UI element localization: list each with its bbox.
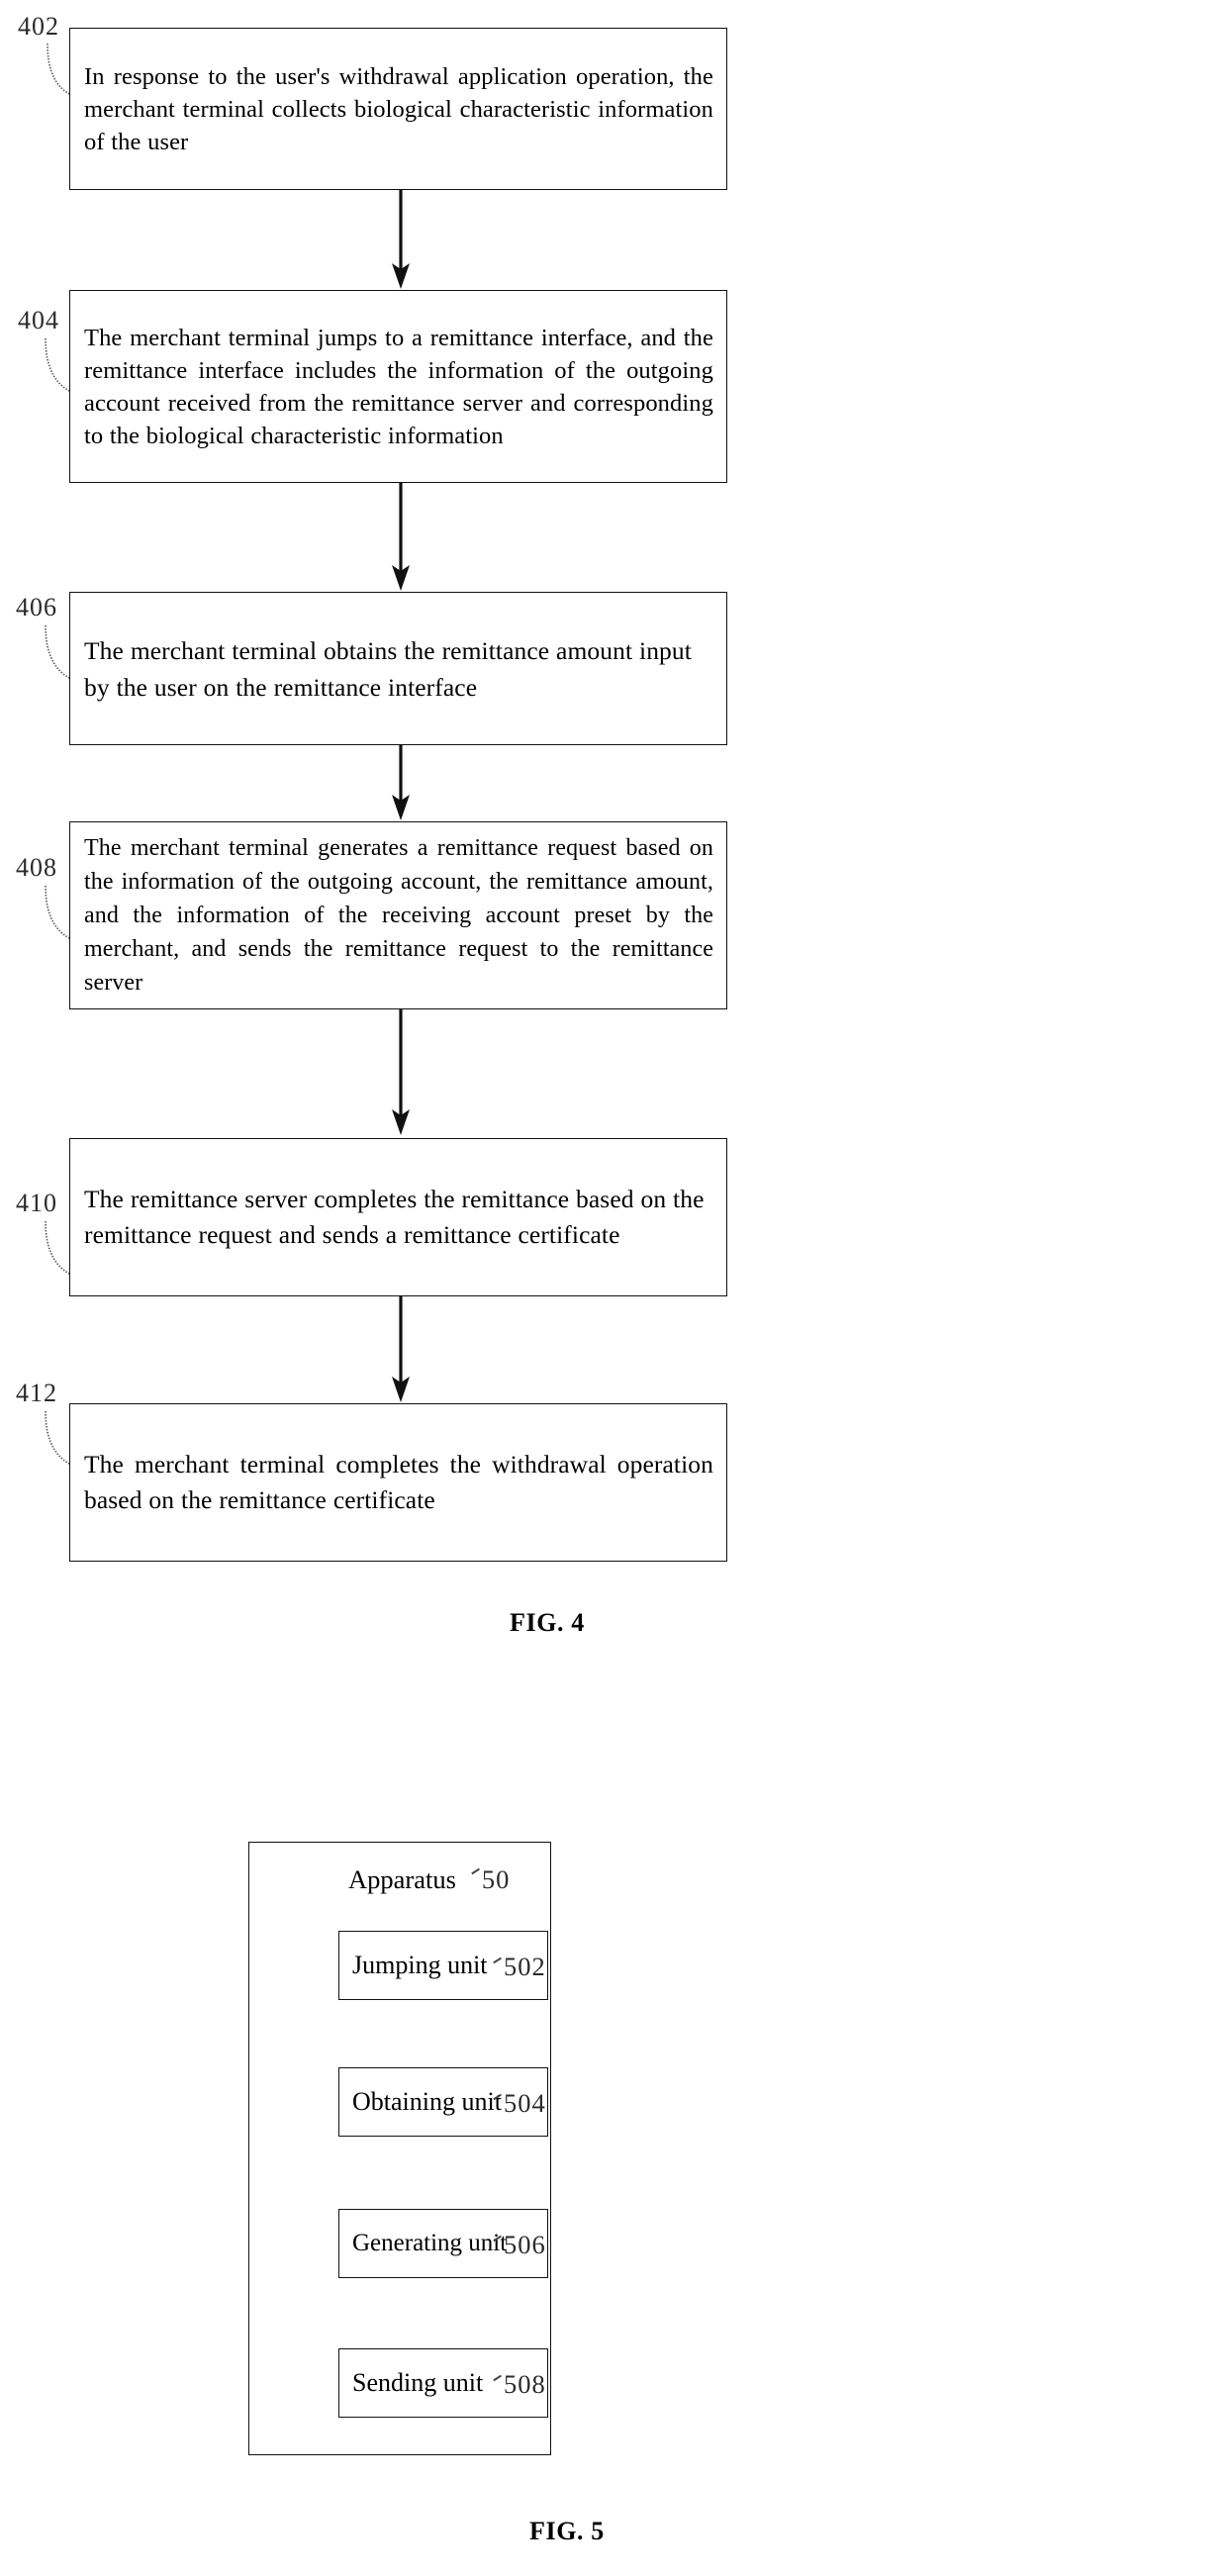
figure-5-caption: FIG. 5 xyxy=(529,2517,605,2545)
apparatus-title-row: Apparatus 50 xyxy=(348,1864,510,1894)
tick-mark-icon xyxy=(471,1867,480,1874)
unit-label-sending: Sending unit xyxy=(352,2368,484,2397)
apparatus-code-50: 50 xyxy=(471,1864,511,1894)
unit-label-obtaining: Obtaining unit xyxy=(352,2087,502,2116)
unit-code-508: 508 xyxy=(493,2369,546,2399)
unit-code-504: 504 xyxy=(493,2088,546,2118)
apparatus-title: Apparatus xyxy=(348,1864,456,1894)
unit-label-generating: Generating unit xyxy=(352,2230,508,2256)
unit-code-506: 506 xyxy=(493,2230,546,2259)
unit-code-502: 502 xyxy=(493,1952,546,1981)
figure-5: Apparatus 50 Jumping unit 502 Obtaining … xyxy=(0,0,1227,2576)
unit-label-jumping: Jumping unit xyxy=(352,1951,488,1979)
